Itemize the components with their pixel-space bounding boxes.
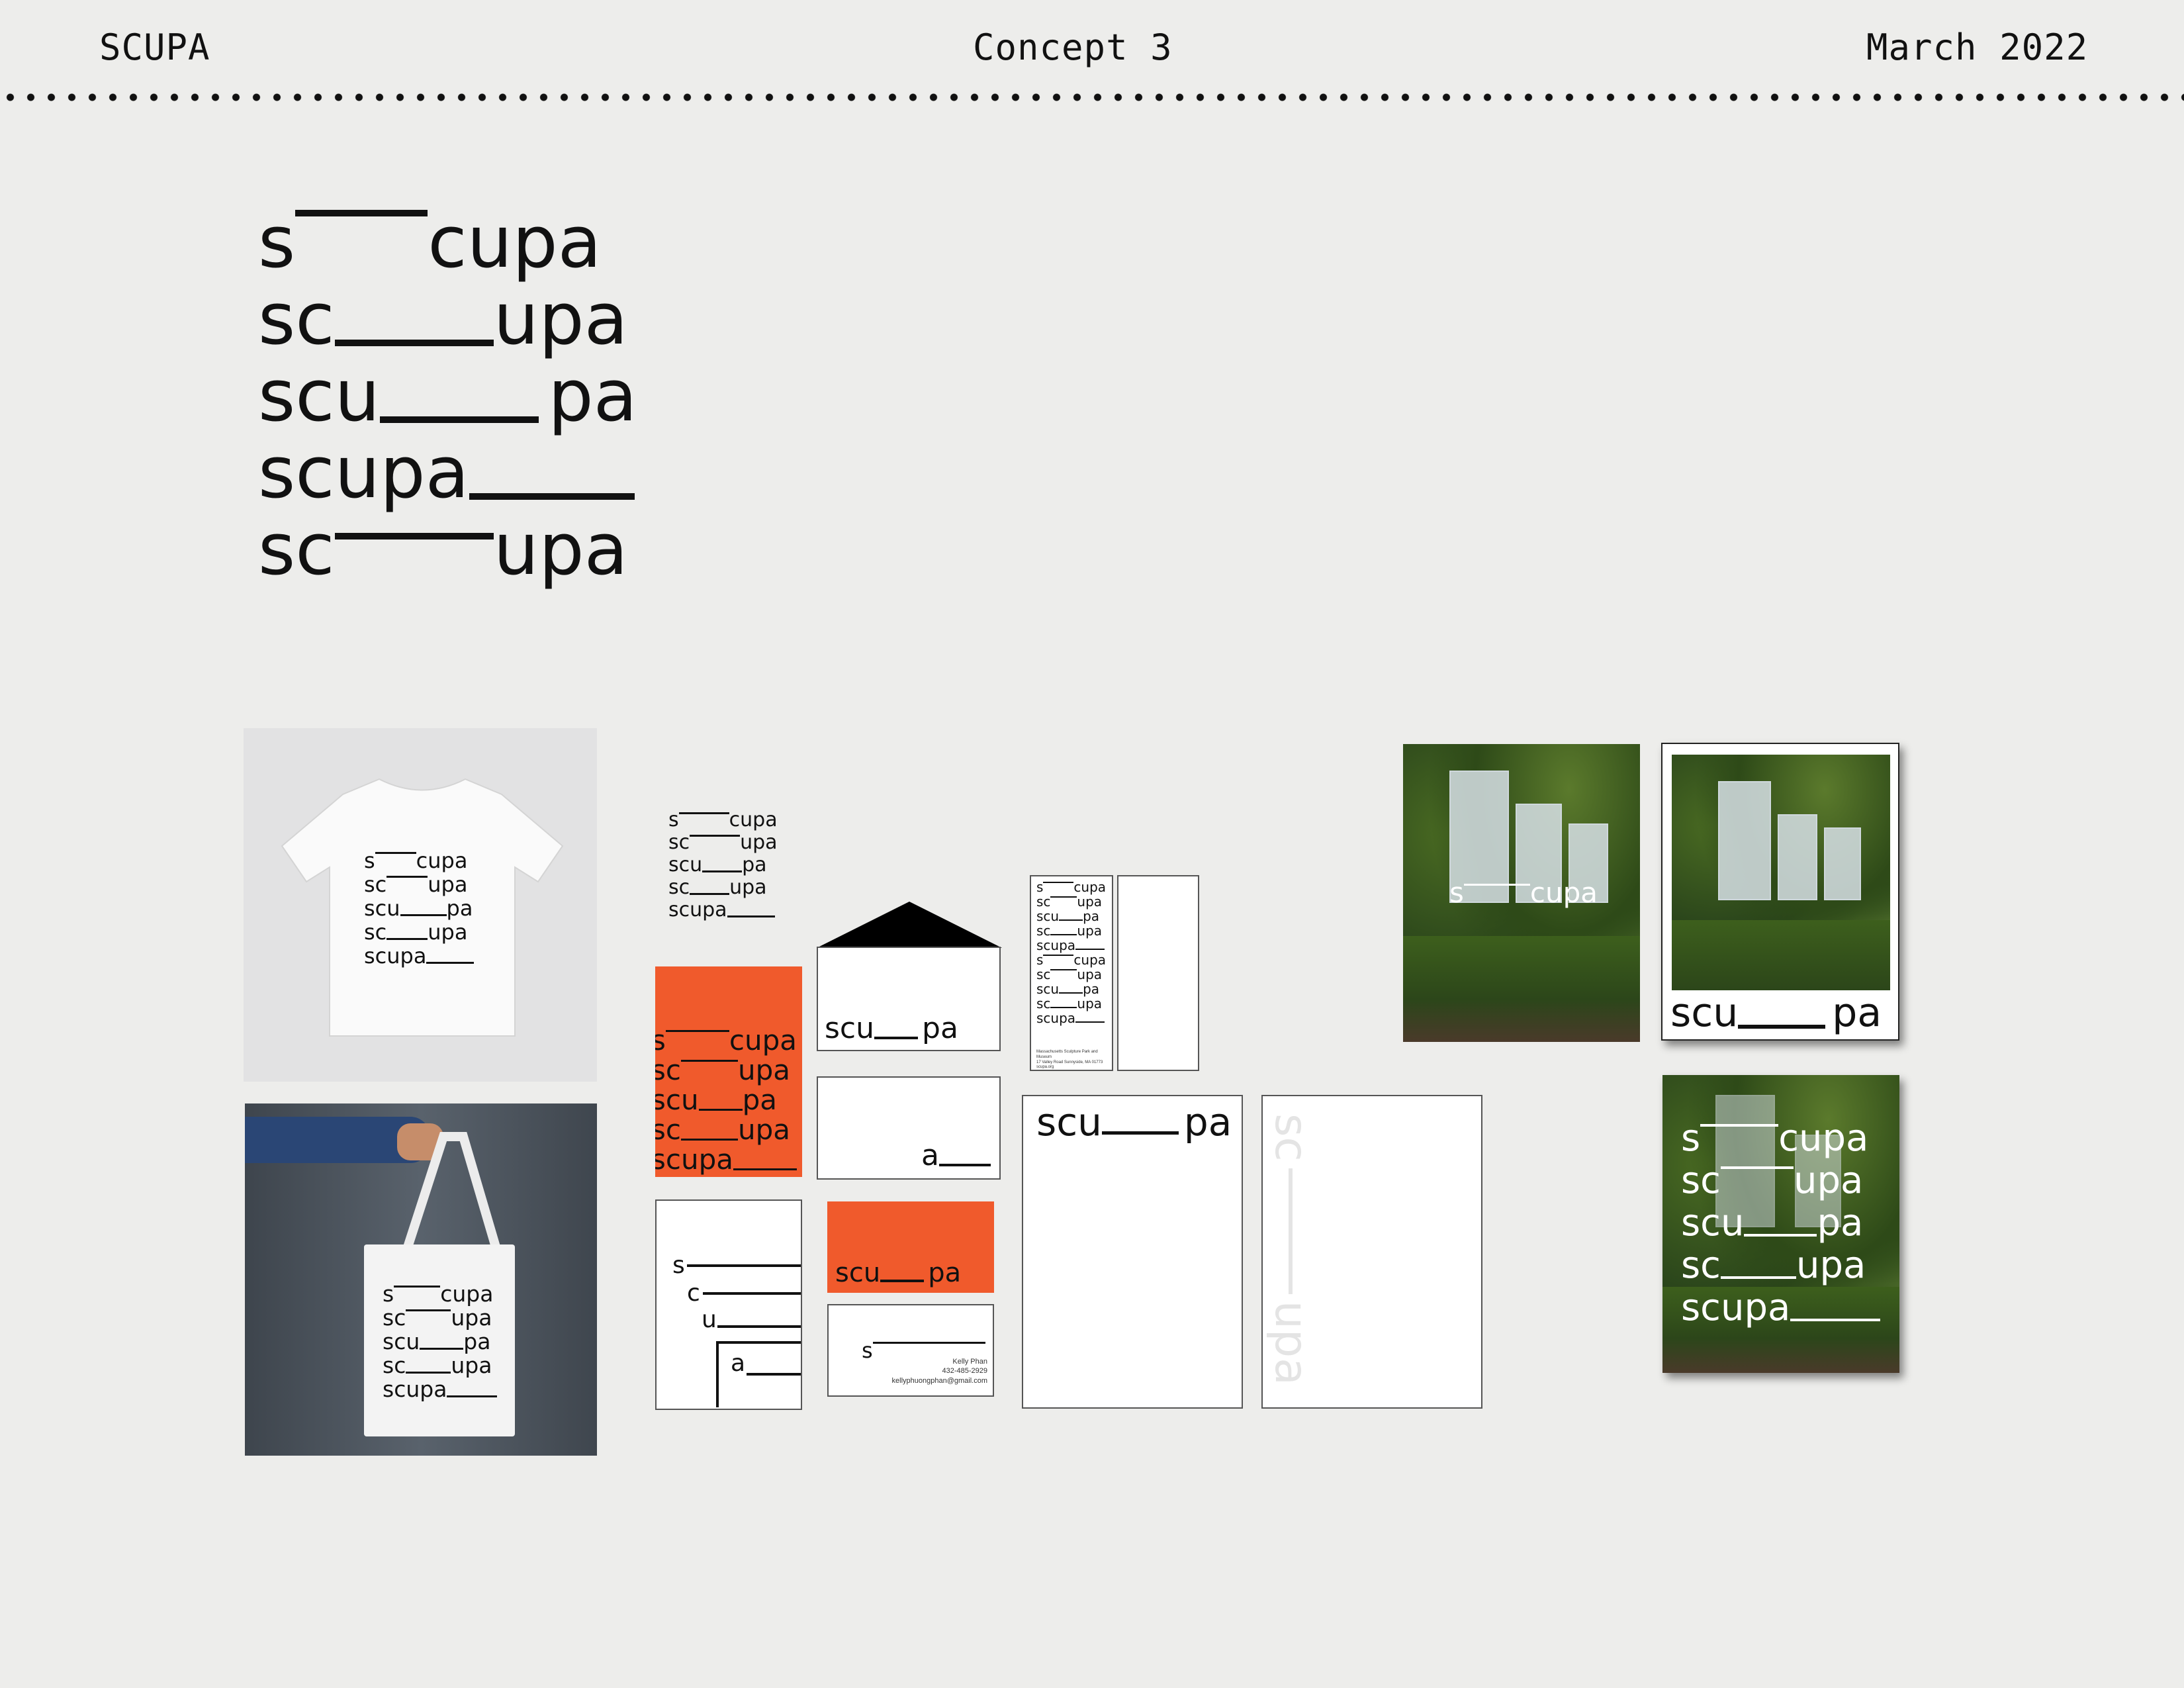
business-card-front: scu pa	[827, 1201, 994, 1293]
poster3-logo: s cupa sc upa scu pa sc upa scupa	[1681, 1115, 1881, 1327]
header-concept: Concept 3	[973, 26, 1173, 68]
bookmark-footer-line: 17 Valley Road Sunnyside, MA 01773	[1036, 1060, 1103, 1064]
poster-photo-logo: s cupa	[1403, 744, 1640, 1042]
small-logo-stack: s cupa sc upa scu pa sc upa scupa	[668, 808, 778, 921]
vertical-logo: scupa	[1265, 1113, 1317, 1385]
cascade-letter: s	[672, 1252, 685, 1279]
dotted-divider	[0, 93, 2184, 102]
poster1-logo: s cupa	[1449, 876, 1598, 909]
logo-line: scupa	[258, 201, 602, 284]
bookmark-back	[1117, 875, 1199, 1071]
letterhead-logo: scu pa	[1036, 1100, 1232, 1145]
card-logo: scu pa	[835, 1258, 962, 1288]
tshirt-print: s cupa sc upa scu pa sc upa scupa	[364, 848, 475, 968]
cascade-letter: a	[731, 1350, 746, 1377]
poster-framed: scu pa	[1661, 743, 1899, 1041]
business-card-back: s Kelly Phan 432-485-2929 kellyphuongpha…	[827, 1304, 994, 1397]
header-project-name: SCUPA	[99, 26, 210, 68]
poster2-photo	[1672, 755, 1890, 990]
bookmark-footer-line: scupa.org	[1036, 1065, 1054, 1070]
tote-print: s cupa sc upa scu pa sc upa scupa	[383, 1281, 498, 1400]
tote-bag-mockup: s cupa sc upa scu pa sc upa scupa	[245, 1103, 597, 1456]
bookmark-logo: s cupa sc upa scu pa sc upa scupa s cupa sc up…	[1036, 879, 1107, 1026]
letterhead-vertical: scupa	[1261, 1095, 1482, 1409]
logo-variations: s cupa sc upa scu pa scupa sc upa	[258, 202, 637, 586]
letterhead-cascade: s c u a	[655, 1199, 802, 1410]
poster2-logo: scu pa	[1670, 990, 1882, 1036]
tshirt-mockup: s cupa sc upa scu pa sc upa scupa	[244, 728, 597, 1082]
logo-line: scupa	[258, 278, 628, 361]
envelope-back: a	[817, 1076, 1001, 1180]
envelope-logo: scu pa	[825, 1011, 958, 1045]
envelope-back-letter: a	[921, 1141, 991, 1170]
envelope-flap-icon	[817, 902, 1002, 948]
header-date: March 2022	[1866, 26, 2089, 68]
logo-line: scupa	[258, 432, 637, 509]
cascade-letter: c	[687, 1280, 700, 1307]
logo-line: scupa	[258, 508, 628, 591]
card-phone: 432-485-2929	[942, 1367, 987, 1376]
card-email: kellyphuongphan@gmail.com	[891, 1376, 987, 1385]
folder-print: s cupa sc upa scu pa sc upa scupa	[655, 1024, 797, 1176]
card-name: Kelly Phan	[952, 1358, 987, 1366]
poster-stack: s cupa sc upa scu pa sc upa scupa	[1662, 1075, 1899, 1373]
bookmark-front: s cupa sc upa scu pa sc upa scupa s cupa sc up…	[1030, 875, 1113, 1071]
envelope-front: scu pa	[817, 947, 1001, 1051]
logo-line: scupa	[258, 355, 637, 438]
cascade-letter: u	[702, 1306, 717, 1333]
bookmark-footer-line: Massachusetts Sculpture Park and Museum	[1036, 1050, 1098, 1059]
letterhead-page: scu pa	[1022, 1095, 1243, 1409]
orange-folder: s cupa sc upa scu pa sc upa scupa	[655, 966, 802, 1177]
